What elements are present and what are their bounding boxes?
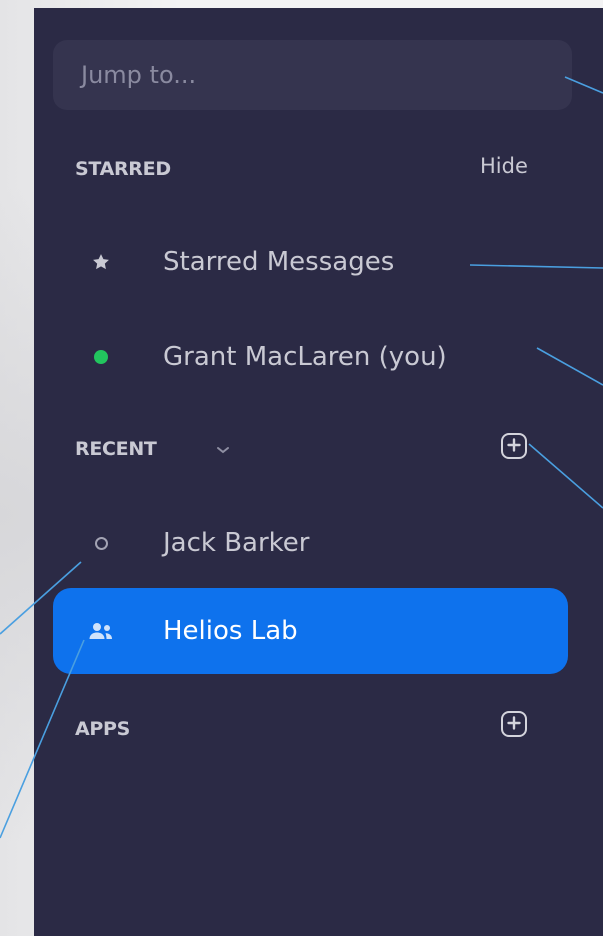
sidebar-item-label: Jack Barker	[163, 528, 310, 558]
sidebar-item-jack-barker[interactable]: Jack Barker	[53, 500, 568, 586]
sidebar-item-label: Starred Messages	[163, 247, 395, 277]
group-icon	[88, 618, 114, 644]
chevron-down-icon[interactable]	[216, 440, 230, 459]
jump-to-search-input[interactable]: Jump to...	[53, 40, 572, 110]
sidebar-item-label: Grant MacLaren (you)	[163, 342, 447, 372]
sidebar-item-self-contact[interactable]: Grant MacLaren (you)	[53, 314, 568, 400]
add-icon	[507, 437, 521, 456]
add-icon	[507, 715, 521, 734]
starred-section-label: STARRED	[75, 158, 171, 180]
sidebar-item-starred-messages[interactable]: Starred Messages	[53, 219, 568, 305]
apps-section-label: APPS	[75, 718, 131, 740]
recent-section-label: RECENT	[75, 438, 157, 460]
add-recent-button[interactable]	[501, 433, 527, 459]
hide-starred-link[interactable]: Hide	[480, 154, 528, 178]
star-icon	[88, 249, 114, 275]
offline-status-icon	[88, 530, 114, 556]
search-placeholder: Jump to...	[81, 61, 197, 89]
chat-sidebar: Jump to... STARRED Hide Starred Messages…	[34, 8, 603, 936]
add-app-button[interactable]	[501, 711, 527, 737]
sidebar-item-label: Helios Lab	[163, 616, 298, 646]
sidebar-item-helios-lab[interactable]: Helios Lab	[53, 588, 568, 674]
online-status-icon	[88, 344, 114, 370]
